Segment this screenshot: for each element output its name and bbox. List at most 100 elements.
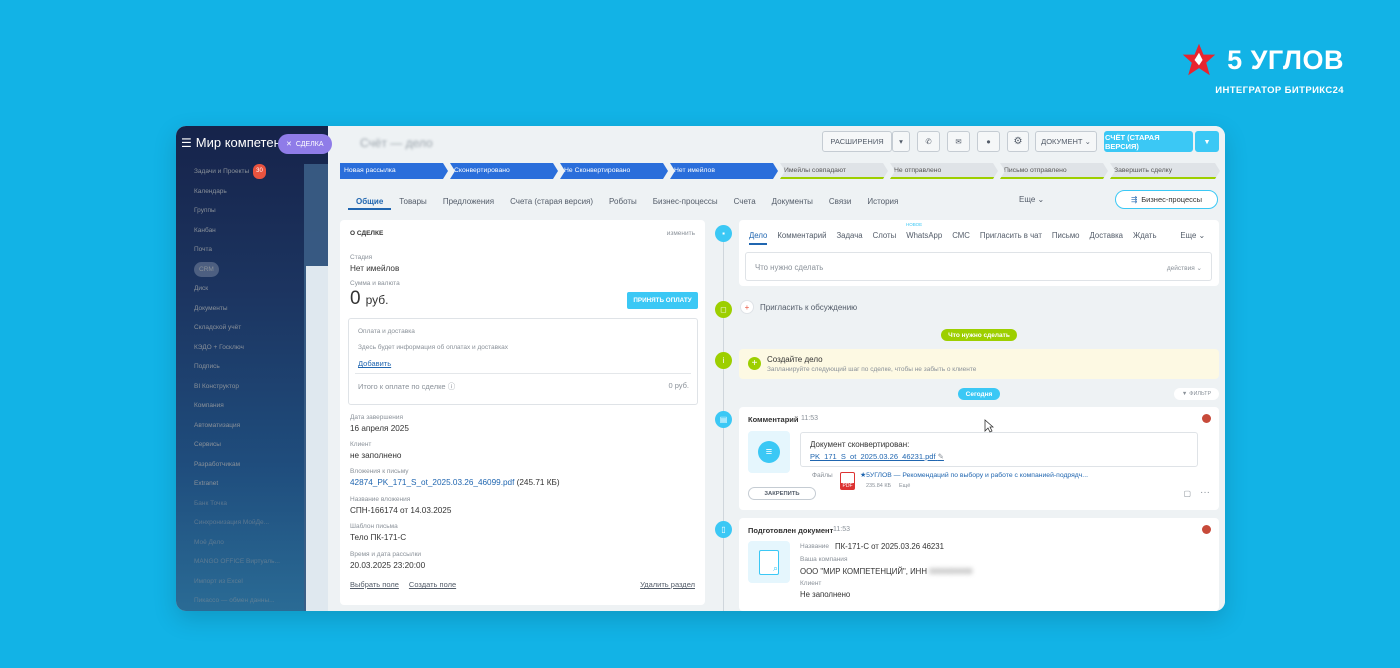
sidebar-item[interactable]: Разработчикам (194, 455, 280, 475)
file-link[interactable]: ★5УГЛОВ — Рекомендаций по выбору и работ… (860, 471, 1088, 479)
invite-row[interactable]: + Пригласить к обсуждению (740, 300, 857, 314)
sidebar-title[interactable]: ☰Мир компетенций (181, 135, 291, 150)
sidebar-item[interactable]: Диск (194, 279, 280, 299)
activity-tab[interactable]: Слоты (873, 231, 897, 245)
comment-link[interactable]: PK_171_S_ot_2025.03.26_46231.pdf ✎ (810, 452, 944, 461)
activity-tab[interactable]: Пригласить в чат (980, 231, 1042, 245)
todo-placeholder: Что нужно сделать (755, 263, 824, 272)
sidebar-item[interactable]: Автоматизация (194, 416, 280, 436)
sidebar-item[interactable]: Синхронизация МойДе... (194, 513, 280, 533)
stage-value: Нет имейлов (350, 264, 400, 273)
deal-tab[interactable]: Счета (726, 194, 764, 210)
deal-slider-tab[interactable]: ✕ СДЕЛКА (278, 134, 332, 154)
phone-button[interactable]: ✆ (917, 131, 940, 152)
deal-tab[interactable]: Общие (348, 194, 392, 210)
activity-tab[interactable]: Ждать (1133, 231, 1157, 245)
delete-icon[interactable] (1202, 525, 1211, 534)
edit-link[interactable]: изменить (667, 230, 695, 237)
deal-tab[interactable]: Счета (старая версия) (502, 194, 601, 210)
close-icon[interactable]: ✕ (286, 140, 292, 148)
extensions-dropdown[interactable]: ▾ (892, 131, 910, 152)
deal-tab[interactable]: Связи (821, 194, 859, 210)
stage-step[interactable]: Не отправлено (890, 163, 998, 179)
extensions-label: РАСШИРЕНИЯ (830, 137, 884, 146)
sidebar-item[interactable]: Задачи и Проекты 30 (194, 162, 280, 182)
pencil-icon[interactable]: ✎ (938, 452, 944, 461)
tabs-more[interactable]: Еще ⌄ (1019, 195, 1044, 204)
activity-tab[interactable]: Письмо (1052, 231, 1080, 245)
sidebar-item[interactable]: Сервисы (194, 435, 280, 455)
accept-payment-button[interactable]: ПРИНЯТЬ ОПЛАТУ (627, 292, 698, 309)
activity-tab[interactable]: Комментарий (777, 231, 826, 245)
todo-actions[interactable]: действия ⌄ (1167, 264, 1202, 272)
document-time: 11:53 (833, 526, 850, 533)
skype-button[interactable]: ● (977, 131, 1000, 152)
delete-section-link[interactable]: Удалить раздел (640, 580, 695, 589)
mail-button[interactable]: ✉ (947, 131, 970, 152)
add-payment-link[interactable]: Добавить (358, 359, 391, 368)
attachment-link[interactable]: 42874_PK_171_S_ot_2025.03.26_46099.pdf (350, 478, 514, 487)
sidebar-item[interactable]: Банк Точка (194, 494, 280, 514)
stage-step[interactable]: Имейлы совпадают (780, 163, 888, 179)
sidebar-item[interactable]: КЭДО + Госключ (194, 338, 280, 358)
sidebar-item[interactable]: Почта (194, 240, 280, 260)
business-processes-button[interactable]: ⇶ Бизнес-процессы (1115, 190, 1218, 209)
sidebar-item[interactable]: BI Конструктор (194, 377, 280, 397)
sidebar-item[interactable]: Импорт из Excel (194, 572, 280, 592)
invoice-dropdown[interactable]: ▾ (1195, 131, 1219, 152)
activity-tab[interactable]: СМС (952, 231, 970, 245)
stage-step[interactable]: Сконвертировано (450, 163, 558, 179)
comment-body: Документ сконвертирован: PK_171_S_ot_202… (800, 432, 1198, 467)
plus-icon[interactable]: + (748, 357, 761, 370)
delete-icon[interactable] (1202, 414, 1211, 423)
stage-step[interactable]: Письмо отправлено (1000, 163, 1108, 179)
file-more[interactable]: Ещё (899, 483, 910, 489)
deal-tab[interactable]: Предложения (435, 194, 502, 210)
create-field-link[interactable]: Создать поле (409, 580, 456, 589)
activity-more[interactable]: Еще ⌄ (1180, 231, 1205, 240)
todo-input[interactable]: Что нужно сделать действия ⌄ (745, 252, 1212, 281)
activity-tab[interactable]: Доставка (1090, 231, 1123, 245)
extensions-button[interactable]: РАСШИРЕНИЯ (822, 131, 892, 152)
stage-step[interactable]: Нет имейлов (670, 163, 778, 179)
todo-pill: Что нужно сделать (941, 329, 1017, 341)
note-icon[interactable]: ▢ (1183, 489, 1191, 498)
sidebar-item[interactable]: Календарь (194, 182, 280, 202)
sidebar-item[interactable]: CRM (194, 260, 280, 280)
sidebar-item[interactable]: Моё Дело (194, 533, 280, 553)
sidebar-item[interactable]: Extranet (194, 474, 280, 494)
invoice-old-button[interactable]: СЧЁТ (СТАРАЯ ВЕРСИЯ) (1104, 131, 1193, 152)
activity-tab[interactable]: Дело (749, 231, 768, 245)
sidebar-item[interactable]: Складской учёт (194, 318, 280, 338)
select-field-link[interactable]: Выбрать поле (350, 580, 399, 589)
filter-button[interactable]: ▼ ФИЛЬТР (1174, 388, 1219, 400)
portal-name: Мир компетенций (195, 135, 291, 150)
document-button[interactable]: ДОКУМЕНТ ⌄ (1035, 131, 1097, 152)
screenshot-window: ☰Мир компетенций Задачи и Проекты30 Кален… (176, 126, 1225, 611)
menu-icon[interactable]: ☰ (181, 136, 192, 150)
activity-tab[interactable]: WhatsApp (906, 231, 942, 245)
more-dots-icon[interactable]: ··· (1200, 487, 1210, 498)
sidebar-item[interactable]: Пикассо — обмен данны... (194, 591, 280, 611)
settings-button[interactable]: ⚙ (1007, 131, 1029, 152)
stage-step[interactable]: Не Сконвертировано (560, 163, 668, 179)
sidebar-item[interactable]: Группы (194, 201, 280, 221)
deal-tab[interactable]: Документы (764, 194, 821, 210)
sidebar-item[interactable]: Подпись (194, 357, 280, 377)
sidebar-item-label: CRM (194, 261, 219, 277)
stage-step[interactable]: Завершить сделку (1110, 163, 1220, 179)
deal-tab[interactable]: Роботы (601, 194, 645, 210)
stage-step[interactable]: Новая рассылка (340, 163, 448, 179)
doc-company-value: ООО "МИР КОМПЕТЕНЦИЙ", ИНН 0000000000 (800, 567, 973, 576)
field-actions: Выбрать поле Создать поле (350, 580, 456, 589)
activity-tab[interactable]: Задача (836, 231, 862, 245)
deal-tab[interactable]: Товары (391, 194, 435, 210)
page-title: Счёт — дело (360, 136, 433, 150)
sidebar-item[interactable]: MANGO OFFICE Виртуаль... (194, 552, 280, 572)
sidebar-item[interactable]: Компания (194, 396, 280, 416)
deal-tab[interactable]: История (859, 194, 906, 210)
pin-button[interactable]: ЗАКРЕПИТЬ (748, 487, 816, 500)
deal-tab[interactable]: Бизнес-процессы (645, 194, 726, 210)
sidebar-item[interactable]: Документы (194, 299, 280, 319)
sidebar-item[interactable]: Канбан (194, 221, 280, 241)
